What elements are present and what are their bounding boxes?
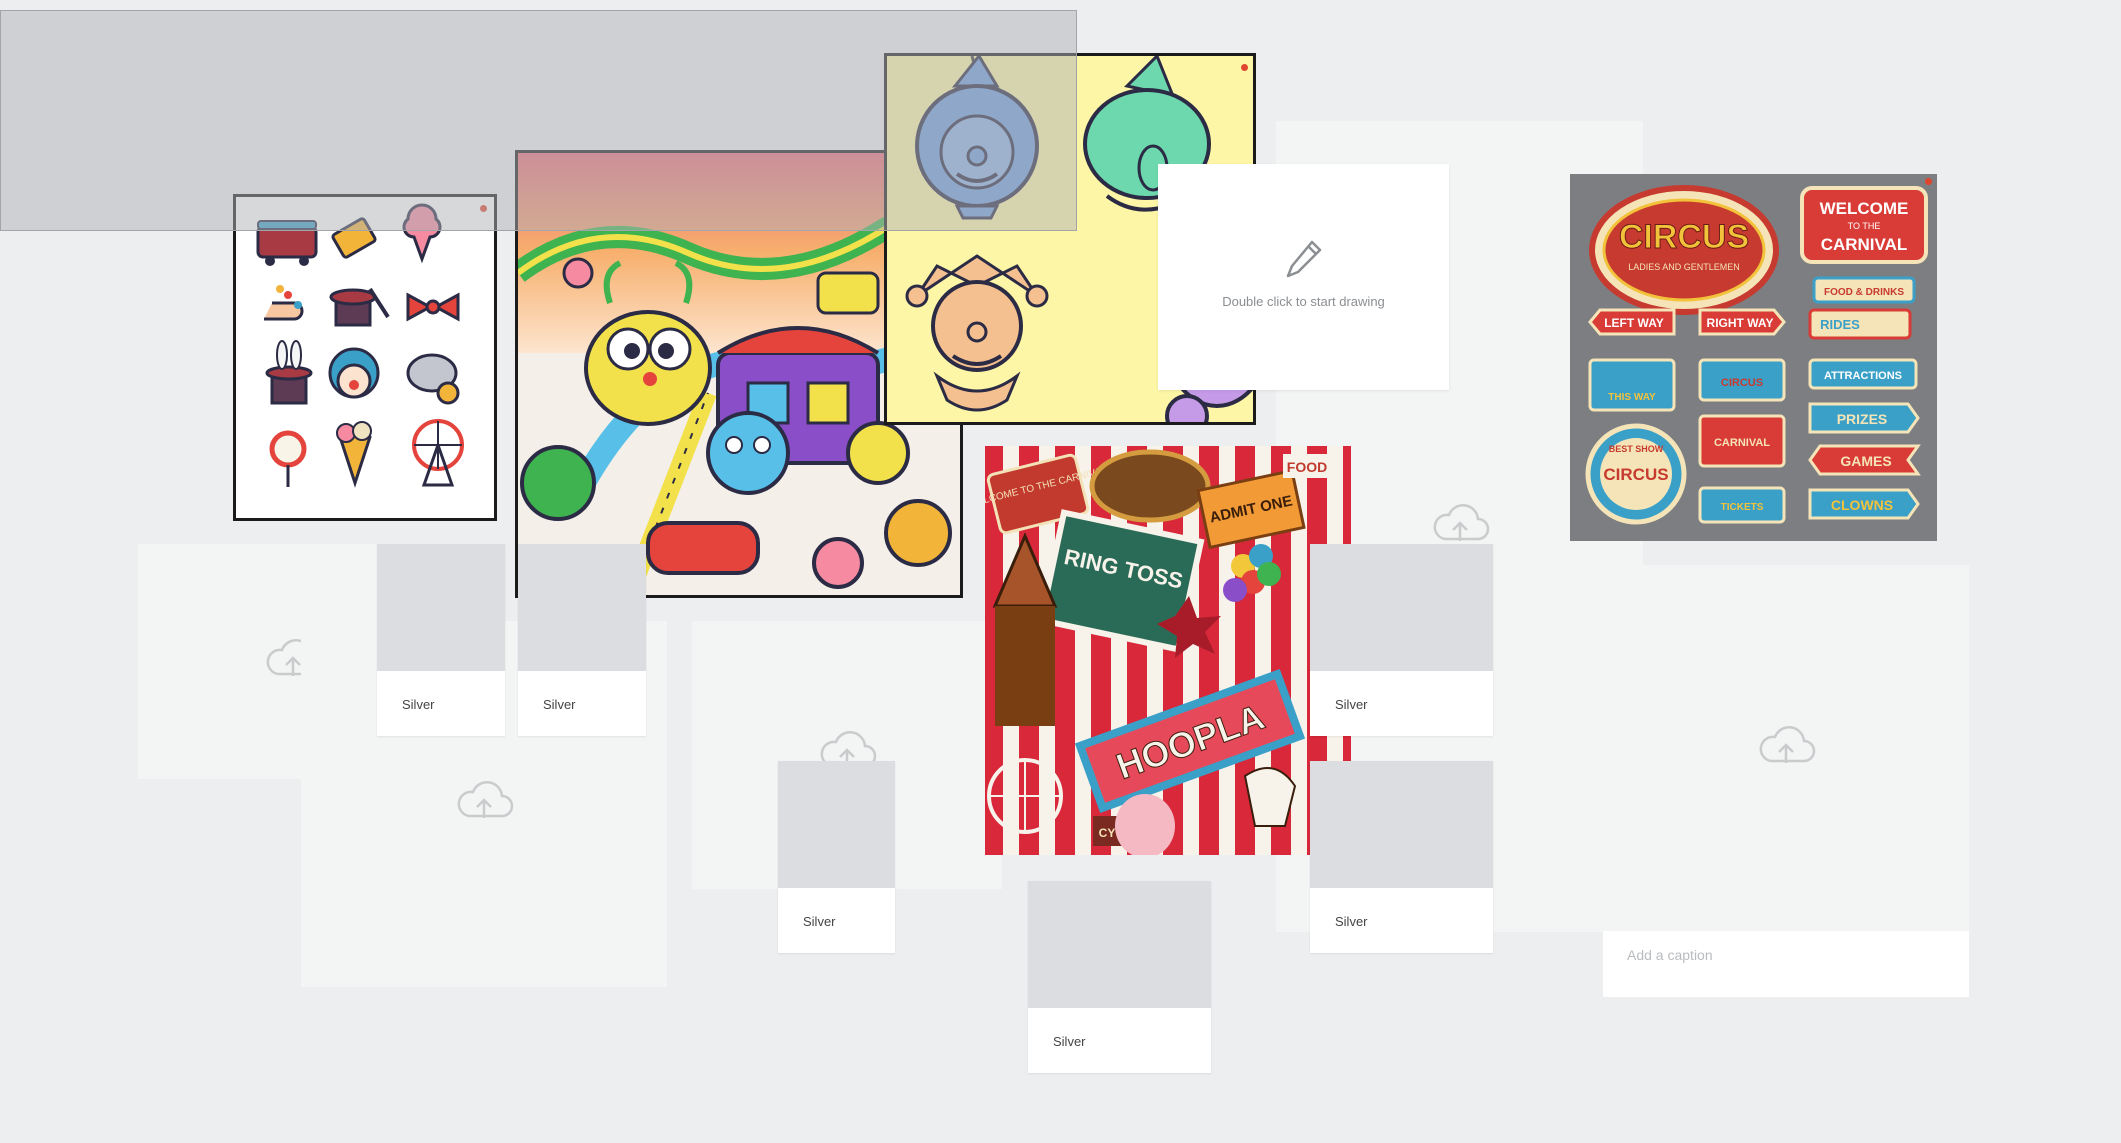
sign-attractions: ATTRACTIONS: [1824, 370, 1902, 382]
color-swatch-card[interactable]: Silver: [518, 544, 646, 736]
sign-circus-main: CIRCUS: [1619, 218, 1749, 256]
upload-cloud-icon: [1433, 504, 1490, 541]
drawing-card[interactable]: Double click to start drawing: [1158, 164, 1449, 390]
swatch-color-block: [377, 544, 505, 671]
sign-welcome-line2: TO THE: [1848, 221, 1881, 231]
sign-carnival-small: CARNIVAL: [1714, 437, 1770, 449]
carnival-collage-artwork: WELCOME TO THE CARNIVAL ADMIT ONE FOOD R…: [985, 446, 1351, 855]
sign-welcome-line1: WELCOME: [1820, 199, 1909, 218]
image-status-dot: [1241, 64, 1248, 71]
sign-circus-small: CIRCUS: [1721, 377, 1763, 389]
circus-icons-artwork: [256, 203, 464, 488]
sign-games: GAMES: [1840, 453, 1891, 469]
sign-clowns: CLOWNS: [1831, 497, 1893, 513]
image-status-dot: [1925, 178, 1932, 185]
sign-circus-subtitle: LADIES AND GENTLEMEN: [1628, 262, 1740, 272]
swatch-name: Silver: [1335, 697, 1368, 712]
drawing-hint: Double click to start drawing: [1222, 294, 1385, 309]
caption-input[interactable]: Add a caption: [1627, 947, 1713, 963]
swatch-name: Silver: [402, 697, 435, 712]
swatch-name: Silver: [543, 697, 576, 712]
swatch-color-block: [1310, 761, 1493, 888]
swatch-name: Silver: [803, 914, 836, 929]
sign-left-way: LEFT WAY: [1604, 316, 1664, 330]
caption-card[interactable]: Add a caption: [1603, 565, 1969, 997]
sign-prizes: PRIZES: [1837, 411, 1888, 427]
sign-best-show: BEST SHOW: [1609, 444, 1664, 454]
swatch-color-block: [778, 761, 895, 888]
selection-marquee: [0, 10, 1077, 231]
swatch-name: Silver: [1335, 914, 1368, 929]
circus-icons-image[interactable]: [233, 194, 497, 521]
sign-rides: RIDES: [1820, 317, 1860, 332]
pencil-icon: [1286, 240, 1322, 278]
sign-this-way: THIS WAY: [1608, 392, 1656, 403]
carnival-collage-image[interactable]: WELCOME TO THE CARNIVAL ADMIT ONE FOOD R…: [985, 446, 1351, 855]
circus-signs-artwork: CIRCUS LADIES AND GENTLEMEN WELCOME TO T…: [1570, 174, 1937, 541]
sign-circus-round: CIRCUS: [1603, 465, 1668, 484]
swatch-name: Silver: [1053, 1034, 1086, 1049]
color-swatch-card[interactable]: Silver: [1310, 544, 1493, 736]
caption-card-drop-area[interactable]: [1603, 565, 1969, 931]
sign-right-way: RIGHT WAY: [1707, 316, 1774, 330]
upload-cloud-icon: [457, 781, 514, 818]
upload-cloud-icon: [1759, 726, 1816, 763]
swatch-color-block: [518, 544, 646, 671]
swatch-color-block: [1028, 881, 1211, 1008]
swatch-color-block: [1310, 544, 1493, 671]
color-swatch-card[interactable]: Silver: [1310, 761, 1493, 953]
color-swatch-card[interactable]: Silver: [778, 761, 895, 953]
color-swatch-card[interactable]: Silver: [377, 544, 505, 736]
sign-welcome-line3: CARNIVAL: [1821, 235, 1908, 254]
circus-signs-image[interactable]: CIRCUS LADIES AND GENTLEMEN WELCOME TO T…: [1570, 174, 1937, 541]
color-swatch-card[interactable]: Silver: [1028, 881, 1211, 1073]
collage-food-sign: FOOD: [1287, 459, 1327, 475]
sign-food-drinks: FOOD & DRINKS: [1824, 287, 1904, 298]
sign-tickets: TICKETS: [1721, 502, 1764, 513]
